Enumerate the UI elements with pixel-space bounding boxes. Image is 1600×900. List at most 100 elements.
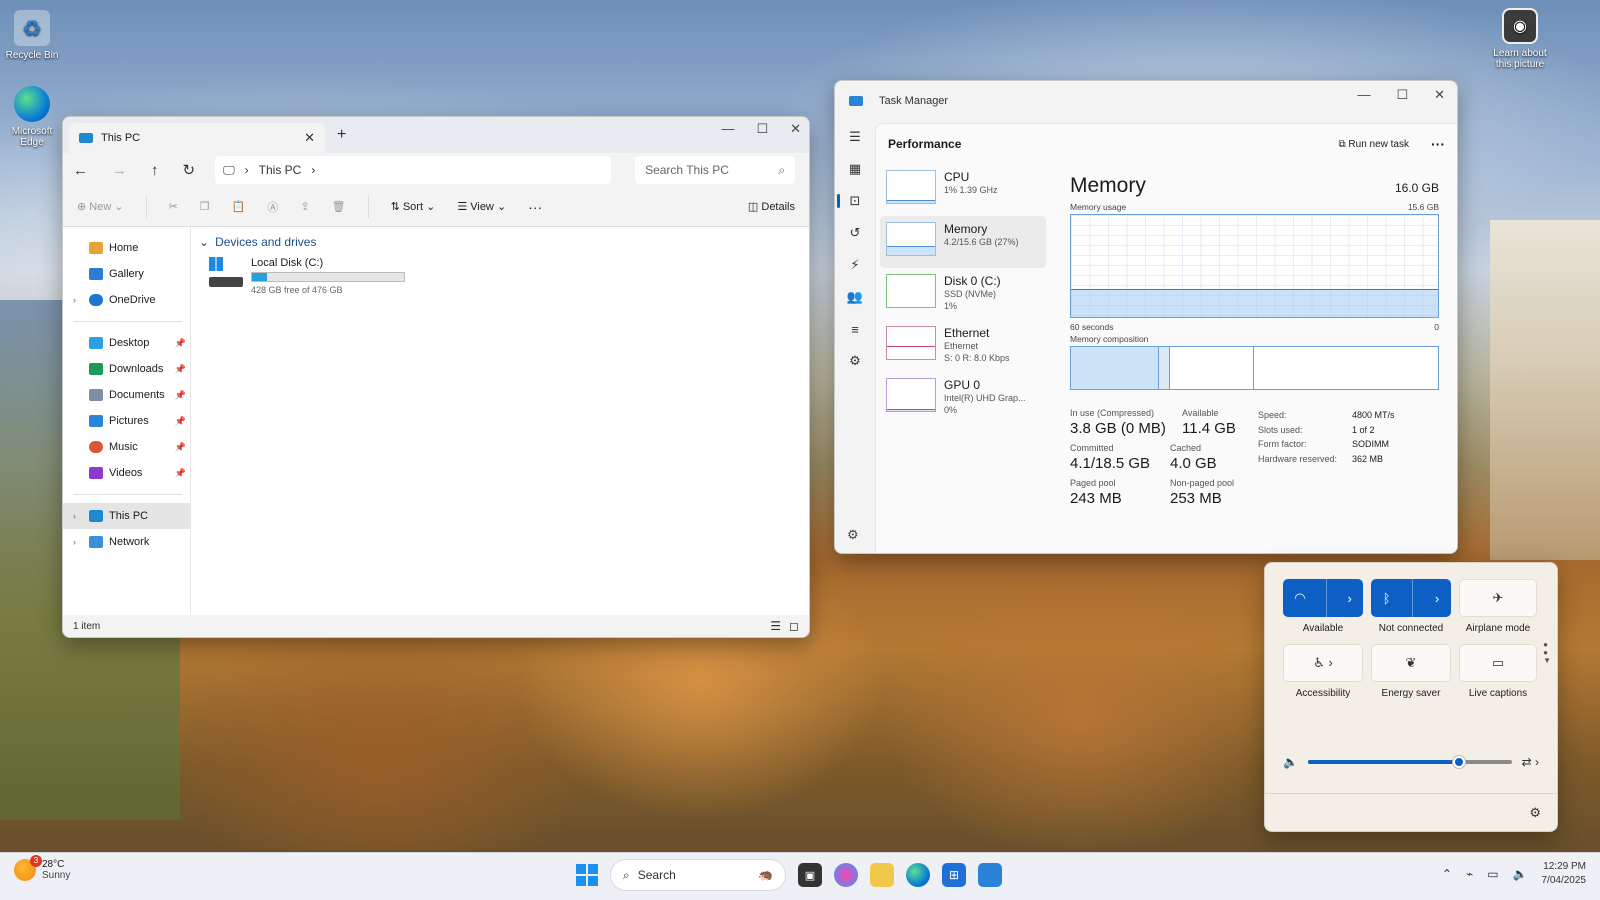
cut-icon[interactable]: ✂ xyxy=(169,200,178,213)
nav-label: Music xyxy=(109,441,138,453)
performance-icon[interactable]: ⊡ xyxy=(835,185,875,217)
nav-item-videos[interactable]: Videos 📌 xyxy=(63,460,190,486)
nav-item-documents[interactable]: Documents 📌 xyxy=(63,382,190,408)
nav-item-music[interactable]: Music 📌 xyxy=(63,434,190,460)
close-button[interactable]: ✕ xyxy=(790,121,801,137)
address-bar[interactable]: 🖵 › This PC › xyxy=(215,156,612,184)
chevron-right-icon[interactable]: › xyxy=(1347,591,1351,606)
group-header[interactable]: ⌄ Devices and drives xyxy=(199,235,801,249)
task-view-icon[interactable]: ▣ xyxy=(798,863,822,887)
nav-item-network[interactable]: › Network xyxy=(63,529,190,555)
store-icon[interactable]: ⊞ xyxy=(942,863,966,887)
refresh-icon[interactable]: ↻ xyxy=(183,161,196,179)
nav-item-gallery[interactable]: Gallery xyxy=(63,261,190,287)
processes-icon[interactable]: ▦ xyxy=(835,153,875,185)
rename-icon[interactable]: Ⓐ xyxy=(267,199,278,215)
network-icon[interactable]: ⌁ xyxy=(1466,867,1473,881)
resource-item-cpu[interactable]: CPU 1% 1.39 GHz xyxy=(880,164,1046,216)
paste-icon[interactable]: 📋 xyxy=(232,200,246,213)
computer-icon: 🖵 xyxy=(223,162,235,177)
run-new-task-button[interactable]: ⧉ Run new task xyxy=(1338,139,1409,150)
nav-item-downloads[interactable]: Downloads 📌 xyxy=(63,356,190,382)
nav-item-home[interactable]: Home xyxy=(63,235,190,261)
back-icon[interactable]: ← xyxy=(73,162,88,179)
hamburger-menu-icon[interactable]: ☰ xyxy=(835,121,875,153)
nav-item-onedrive[interactable]: › OneDrive xyxy=(63,287,190,313)
view-button[interactable]: ☰ View ⌄ xyxy=(457,200,506,213)
resource-name: GPU 0 xyxy=(944,378,981,392)
accessibility-toggle[interactable]: ♿ › xyxy=(1283,644,1363,682)
startup-apps-icon[interactable]: ⚡ xyxy=(835,249,875,281)
copilot-icon[interactable] xyxy=(834,863,858,887)
desktop-icon-edge[interactable]: Microsoft Edge xyxy=(0,86,64,148)
drive-item-c[interactable]: Local Disk (C:) 428 GB free of 476 GB xyxy=(209,257,801,295)
settings-icon[interactable]: ⚙ xyxy=(1529,805,1541,821)
nav-item-pictures[interactable]: Pictures 📌 xyxy=(63,408,190,434)
bluetooth-toggle[interactable]: ᛒ › xyxy=(1371,579,1451,617)
chevron-right-icon[interactable]: › xyxy=(1435,591,1439,606)
up-icon[interactable]: ↑ xyxy=(151,162,159,179)
detail-title: Memory xyxy=(1070,174,1146,197)
details-button[interactable]: ◫ Details xyxy=(748,200,795,213)
file-explorer-icon[interactable] xyxy=(870,863,894,887)
wifi-toggle[interactable]: ◠ › xyxy=(1283,579,1363,617)
taskbar-search[interactable]: ⌕ Search 🦔 xyxy=(610,859,786,891)
nav-label: Gallery xyxy=(109,268,144,280)
breadcrumb[interactable]: This PC xyxy=(259,163,302,177)
search-input[interactable]: Search This PC ⌕ xyxy=(635,156,796,184)
nav-item-desktop[interactable]: Desktop 📌 xyxy=(63,330,190,356)
settings-icon[interactable]: ⚙ xyxy=(847,527,859,543)
delete-icon[interactable]: 🗑 xyxy=(332,200,346,213)
users-icon[interactable]: 👥 xyxy=(835,281,875,313)
pin-icon: 📌 xyxy=(174,467,186,478)
chevron-right-icon[interactable]: › xyxy=(73,537,76,547)
task-manager-icon[interactable] xyxy=(978,863,1002,887)
more-options-icon[interactable]: ··· xyxy=(528,199,542,215)
more-options-icon[interactable]: ··· xyxy=(1431,136,1445,152)
display-icon[interactable]: ▭ xyxy=(1487,867,1498,881)
resource-item-memory[interactable]: Memory 4.2/15.6 GB (27%) xyxy=(880,216,1046,268)
resource-detail: 4.2/15.6 GB (27%) xyxy=(944,237,1019,247)
chevron-right-icon[interactable]: › xyxy=(73,511,76,521)
clock[interactable]: 12:29 PM 7/04/2025 xyxy=(1542,860,1587,888)
edge-icon[interactable] xyxy=(906,863,930,887)
weather-widget[interactable]: 3 28°C Sunny xyxy=(14,855,70,881)
desktop-icon-learn-picture[interactable]: ◉ Learn about this picture xyxy=(1488,8,1552,70)
details-icon[interactable]: ≡ xyxy=(835,313,875,345)
tiles-view-icon[interactable]: ◻ xyxy=(789,619,799,633)
details-view-icon[interactable]: ☰ xyxy=(770,619,781,633)
speaker-icon[interactable]: 🔈 xyxy=(1283,755,1298,769)
start-button[interactable] xyxy=(576,864,598,886)
close-button[interactable]: ✕ xyxy=(1434,87,1445,103)
explorer-tab[interactable]: This PC ✕ xyxy=(69,123,325,153)
chevron-right-icon[interactable]: › xyxy=(311,163,315,177)
share-icon[interactable]: ⇪ xyxy=(300,200,309,213)
chevron-right-icon[interactable]: › xyxy=(73,295,76,305)
desktop-icon-recycle-bin[interactable]: ♻ Recycle Bin xyxy=(0,10,64,61)
audio-output-icon[interactable]: ⇄ › xyxy=(1522,755,1539,769)
new-tab-button[interactable]: + xyxy=(337,126,346,144)
minimize-button[interactable]: — xyxy=(1357,87,1370,103)
copy-icon[interactable]: ❐ xyxy=(200,200,210,213)
services-icon[interactable]: ⚙ xyxy=(835,345,875,377)
resource-item-disk[interactable]: Disk 0 (C:) SSD (NVMe) 1% xyxy=(880,268,1046,320)
energy-saver-toggle[interactable]: ❦ xyxy=(1371,644,1451,682)
volume-knob[interactable] xyxy=(1452,756,1465,768)
nav-item-this-pc[interactable]: › This PC xyxy=(63,503,190,529)
page-indicator[interactable]: ● ● ▼ xyxy=(1543,641,1551,665)
forward-icon[interactable]: → xyxy=(112,162,127,179)
close-tab-icon[interactable]: ✕ xyxy=(304,130,315,146)
resource-item-ethernet[interactable]: Ethernet Ethernet S: 0 R: 8.0 Kbps xyxy=(880,320,1046,372)
live-captions-toggle[interactable]: ▭ xyxy=(1459,644,1537,682)
airplane-mode-toggle[interactable]: ✈ xyxy=(1459,579,1537,617)
minimize-button[interactable]: — xyxy=(721,121,734,137)
new-button[interactable]: ⊕ New ⌄ xyxy=(77,200,124,213)
app-history-icon[interactable]: ↺ xyxy=(835,217,875,249)
chevron-up-icon[interactable]: ⌃ xyxy=(1442,867,1452,881)
volume-slider[interactable] xyxy=(1307,756,1512,768)
resource-item-gpu[interactable]: GPU 0 Intel(R) UHD Grap... 0% xyxy=(880,372,1046,424)
maximize-button[interactable]: ☐ xyxy=(756,121,768,137)
maximize-button[interactable]: ☐ xyxy=(1396,87,1408,103)
volume-icon[interactable]: 🔈 xyxy=(1513,867,1528,881)
sort-button[interactable]: ⇅ Sort ⌄ xyxy=(391,200,436,213)
